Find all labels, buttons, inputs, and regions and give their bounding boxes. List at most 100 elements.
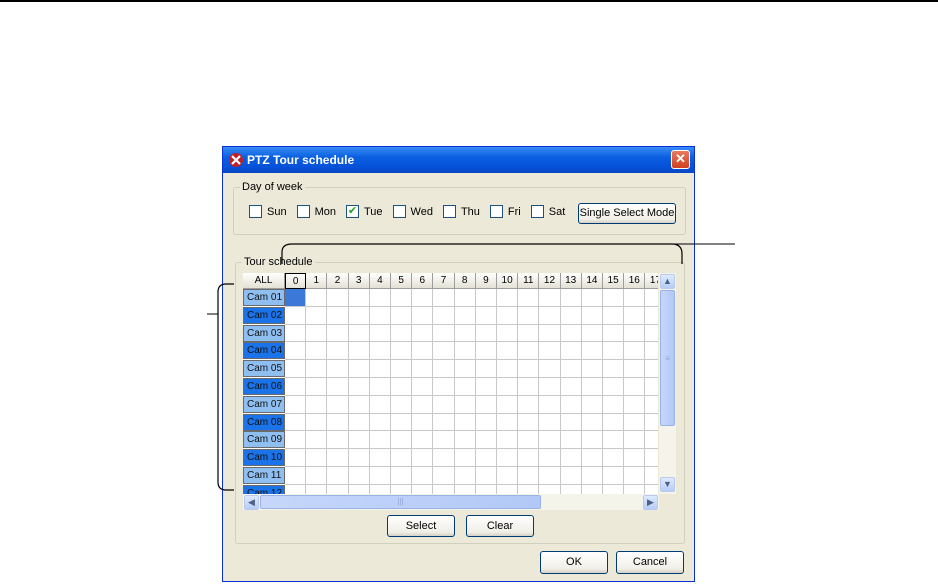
schedule-cell[interactable]: [306, 289, 328, 307]
schedule-cell[interactable]: [391, 467, 413, 485]
schedule-cell[interactable]: [603, 431, 625, 450]
day-sun[interactable]: Sun: [249, 205, 287, 218]
schedule-cell[interactable]: [348, 324, 370, 343]
schedule-cell[interactable]: [539, 324, 561, 343]
schedule-cell[interactable]: [412, 395, 434, 414]
hour-header[interactable]: 7: [433, 273, 455, 289]
schedule-cell[interactable]: [306, 449, 328, 467]
left-arrow-icon[interactable]: ◀: [244, 495, 259, 510]
schedule-cell[interactable]: [306, 360, 328, 378]
schedule-cell[interactable]: [518, 324, 540, 343]
schedule-cell[interactable]: [518, 289, 540, 307]
schedule-cell[interactable]: [603, 378, 625, 396]
schedule-cell[interactable]: [391, 413, 413, 432]
schedule-cell[interactable]: [433, 342, 455, 361]
schedule-cell[interactable]: [645, 289, 658, 307]
schedule-cell[interactable]: [475, 467, 497, 485]
hour-header[interactable]: 2: [327, 273, 349, 289]
hour-header[interactable]: 17: [645, 273, 658, 289]
schedule-cell[interactable]: [560, 449, 582, 467]
ok-button[interactable]: OK: [540, 551, 608, 574]
schedule-cell[interactable]: [539, 360, 561, 378]
schedule-cell[interactable]: [518, 342, 540, 361]
schedule-cell[interactable]: [327, 413, 349, 432]
title-bar[interactable]: PTZ Tour schedule ✕: [223, 147, 694, 173]
schedule-cell[interactable]: [348, 413, 370, 432]
schedule-cell[interactable]: [581, 306, 603, 325]
clear-button[interactable]: Clear: [466, 515, 534, 537]
camera-row-header[interactable]: Cam 07: [243, 395, 285, 413]
schedule-cell[interactable]: [603, 449, 625, 467]
hour-header[interactable]: 14: [581, 273, 603, 289]
checkbox-sun[interactable]: [249, 205, 262, 218]
schedule-cell[interactable]: [327, 467, 349, 485]
checkbox-tue[interactable]: ✔: [345, 205, 359, 218]
schedule-cell[interactable]: [433, 449, 455, 467]
hour-header[interactable]: 3: [348, 273, 370, 289]
day-mon[interactable]: Mon: [296, 205, 336, 218]
horizontal-scroll-thumb[interactable]: |||: [260, 495, 541, 509]
right-arrow-icon[interactable]: ▶: [643, 495, 658, 510]
schedule-cell[interactable]: [433, 324, 455, 343]
schedule-grid[interactable]: ALL01234567891011121314151617Cam 01Cam 0…: [243, 273, 658, 494]
checkbox-sat[interactable]: [530, 205, 544, 218]
schedule-cell[interactable]: [433, 484, 455, 494]
schedule-cell[interactable]: [454, 449, 476, 467]
schedule-cell[interactable]: [645, 395, 658, 414]
schedule-cell[interactable]: [645, 306, 658, 325]
camera-row-header[interactable]: Cam 01: [243, 289, 285, 306]
cancel-button[interactable]: Cancel: [616, 551, 684, 574]
schedule-cell[interactable]: [581, 395, 603, 414]
schedule-cell[interactable]: [306, 431, 328, 450]
schedule-cell[interactable]: [539, 467, 561, 485]
schedule-cell[interactable]: [475, 431, 497, 450]
schedule-cell[interactable]: [560, 484, 582, 494]
schedule-cell[interactable]: [454, 395, 476, 414]
schedule-cell[interactable]: [433, 289, 455, 307]
schedule-cell[interactable]: [412, 360, 434, 378]
schedule-cell[interactable]: [412, 467, 434, 485]
schedule-cell[interactable]: [645, 378, 658, 396]
hour-header[interactable]: 10: [497, 273, 519, 289]
schedule-cell[interactable]: [433, 413, 455, 432]
schedule-cell[interactable]: [475, 395, 497, 414]
schedule-cell[interactable]: [285, 413, 307, 432]
schedule-cell[interactable]: [539, 413, 561, 432]
schedule-cell[interactable]: [369, 360, 391, 378]
schedule-cell[interactable]: [560, 413, 582, 432]
schedule-cell[interactable]: [497, 413, 519, 432]
schedule-cell[interactable]: [454, 289, 476, 307]
schedule-cell[interactable]: [306, 324, 328, 343]
schedule-cell[interactable]: [475, 324, 497, 343]
schedule-cell[interactable]: [412, 378, 434, 396]
checkbox-fri[interactable]: [489, 205, 503, 218]
schedule-cell[interactable]: [369, 378, 391, 396]
schedule-cell[interactable]: [518, 449, 540, 467]
camera-row-header[interactable]: Cam 12: [243, 484, 285, 494]
camera-row-header[interactable]: Cam 08: [243, 413, 285, 431]
schedule-cell[interactable]: [624, 342, 646, 361]
schedule-cell[interactable]: [624, 431, 646, 450]
schedule-cell[interactable]: [603, 484, 625, 494]
schedule-cell[interactable]: [391, 484, 413, 494]
schedule-cell[interactable]: [412, 324, 434, 343]
schedule-cell[interactable]: [454, 431, 476, 450]
hour-header[interactable]: 8: [454, 273, 476, 289]
schedule-cell[interactable]: [348, 431, 370, 450]
schedule-cell[interactable]: [433, 431, 455, 450]
schedule-cell[interactable]: [518, 484, 540, 494]
schedule-cell[interactable]: [369, 467, 391, 485]
schedule-cell[interactable]: [306, 484, 328, 494]
schedule-cell[interactable]: [391, 324, 413, 343]
schedule-cell[interactable]: [391, 342, 413, 361]
schedule-cell[interactable]: [581, 360, 603, 378]
schedule-cell[interactable]: [327, 431, 349, 450]
schedule-cell[interactable]: [497, 431, 519, 450]
schedule-cell[interactable]: [348, 484, 370, 494]
schedule-cell[interactable]: [369, 306, 391, 325]
schedule-cell[interactable]: [391, 449, 413, 467]
schedule-cell[interactable]: [391, 360, 413, 378]
schedule-cell[interactable]: [454, 484, 476, 494]
schedule-cell[interactable]: [348, 395, 370, 414]
camera-row-header[interactable]: Cam 10: [243, 449, 285, 467]
